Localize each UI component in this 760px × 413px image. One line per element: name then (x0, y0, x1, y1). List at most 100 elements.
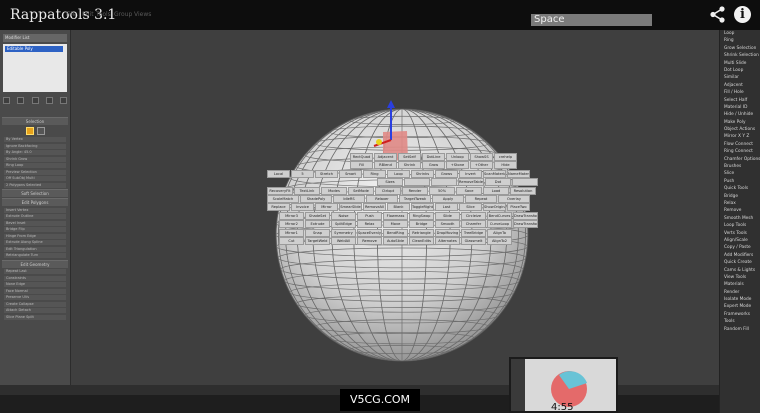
panel-item[interactable]: Quick Tools (720, 185, 760, 192)
quad-menu-item[interactable]: Mirror2 (279, 220, 304, 229)
panel-item[interactable]: Material ID (720, 104, 760, 111)
quad-menu-item[interactable] (404, 178, 430, 187)
quad-menu-item[interactable]: RecoveryFlt (267, 186, 293, 195)
option-row[interactable]: Edit Triangulation (4, 246, 66, 252)
quad-menu-item[interactable]: ScanMaterial (483, 169, 506, 178)
quad-menu-item[interactable]: SplitEdge (331, 220, 356, 229)
quad-menu-item[interactable]: ShowOriginal (483, 203, 506, 212)
quad-menu-item[interactable]: Push (357, 211, 382, 220)
quad-menu-item[interactable]: Repeat (465, 195, 497, 203)
quad-menu-item[interactable]: Flowmass (383, 211, 408, 220)
option-row[interactable]: Hinge From Edge (4, 233, 66, 239)
quad-menu-item[interactable]: 50% (429, 186, 455, 195)
quad-menu-item[interactable]: PlaceTwo (507, 203, 530, 212)
quad-menu-item[interactable]: SetMode (348, 186, 374, 195)
quad-menu-item[interactable]: Slide (435, 211, 460, 220)
option-row[interactable]: Off SubObj Multi (4, 176, 66, 181)
quad-menu-item[interactable]: Symmetry (331, 228, 356, 237)
quad-menu-item[interactable]: Noise (331, 211, 356, 220)
quad-menu-item[interactable]: Render (402, 186, 428, 195)
quad-menu-item[interactable]: Ctrlopt (375, 186, 401, 195)
panel-item[interactable]: Chamfer Options (720, 156, 760, 163)
option-row[interactable]: Extrude Outline (4, 214, 66, 219)
quad-menu-item[interactable]: Dot (485, 178, 511, 187)
quad-menu-item[interactable]: Modes (321, 186, 347, 195)
configure-icon[interactable] (60, 97, 67, 104)
quad-menu-item[interactable]: Blank (387, 203, 410, 212)
quad-menu-item[interactable]: Grows (435, 169, 458, 178)
panel-item[interactable]: Flow Connect (720, 141, 760, 148)
quad-menu-item[interactable]: Adjacent (374, 153, 397, 161)
panel-item[interactable]: Ring (720, 37, 760, 44)
panel-item[interactable]: Expert Mode (720, 303, 760, 310)
quad-menu-item[interactable]: ShadeSet (305, 211, 330, 220)
quad-menu-item[interactable]: +Stone (446, 161, 469, 170)
panel-item[interactable]: Make Poly (720, 119, 760, 126)
quad-menu-item[interactable]: IdleRS (333, 195, 365, 203)
option-row[interactable]: Ring Loop (4, 163, 66, 168)
quad-menu-item[interactable]: Loop (387, 169, 410, 178)
quad-menu-item[interactable]: crehelp (494, 153, 517, 161)
show-end-icon[interactable] (17, 97, 25, 104)
rollout-selection[interactable]: Selection (2, 117, 68, 125)
panel-item[interactable]: Object Actions (720, 126, 760, 133)
option-row[interactable]: Slice Plane Split (4, 314, 66, 320)
quad-menu-item[interactable]: Overlay (498, 195, 530, 203)
rollout-edit-geometry[interactable]: Edit Geometry (2, 259, 68, 268)
option-row[interactable]: Create Collapse (4, 301, 66, 307)
panel-item[interactable]: Adjacent (720, 82, 760, 89)
quad-menu-item[interactable]: Load (483, 186, 509, 195)
menu-views[interactable]: Views (134, 11, 151, 18)
quad-menu-item[interactable]: Remove (357, 237, 382, 245)
panel-item[interactable]: Smooth Mesh (720, 215, 760, 222)
quad-menu-item[interactable]: Save (456, 186, 482, 195)
info-icon[interactable]: i (734, 6, 751, 23)
panel-item[interactable]: Materials (720, 281, 760, 288)
panel-item[interactable]: Random Fill (720, 326, 760, 333)
quad-menu-item[interactable]: Mirror1 (279, 228, 304, 237)
quad-menu-item[interactable]: DropMoving (435, 228, 460, 237)
quad-menu-item[interactable]: Shrinks (411, 169, 434, 178)
quad-menu-item[interactable]: TextLink (294, 186, 320, 195)
quad-menu-item[interactable]: SetSelf (398, 153, 421, 161)
option-row[interactable]: Face Normal (4, 288, 66, 294)
quad-menu-item[interactable]: Mirror3 (279, 211, 304, 220)
quad-menu-item[interactable]: ToggleRight (411, 203, 434, 212)
quad-menu-item[interactable]: TreeBridge (461, 228, 486, 237)
quad-menu-item[interactable]: Invert (459, 169, 482, 178)
quad-menu-item[interactable]: Retriangle (409, 228, 434, 237)
panel-item[interactable]: Shrink Selection (720, 52, 760, 59)
panel-item[interactable]: Similar (720, 74, 760, 81)
option-row[interactable]: Preserve UVs (4, 295, 66, 300)
quad-menu-item[interactable]: Slice (459, 203, 482, 212)
option-row[interactable]: Extrude Along Spline (4, 240, 66, 245)
quad-menu-item[interactable]: Shrink (398, 161, 421, 170)
quad-menu-item[interactable]: AutoSlide (383, 237, 408, 245)
option-row[interactable]: Retriangulate Turn (4, 253, 66, 258)
panel-item[interactable]: Remove (720, 207, 760, 214)
remove-modifier-icon[interactable] (45, 97, 53, 104)
quad-menu-item[interactable]: Chamfer (461, 220, 486, 229)
option-row[interactable]: Shrink Grow (4, 156, 66, 162)
panel-item[interactable]: Select Half (720, 97, 760, 104)
quad-menu-item[interactable]: 5 (291, 169, 314, 178)
quad-menu-item[interactable]: Sizes (377, 178, 403, 187)
quad-menu-item[interactable]: Relaxer (366, 195, 398, 203)
quad-menu-item[interactable]: TargetWeld (305, 237, 330, 245)
menu-edit[interactable]: Edit (82, 11, 94, 18)
quad-menu-item[interactable]: Snap (305, 228, 330, 237)
quad-menu-item[interactable]: Cut (279, 237, 304, 245)
polygon-mode-icon[interactable] (25, 127, 34, 135)
quad-menu-item[interactable]: Fill (350, 161, 373, 170)
modifier-stack[interactable]: Editable Poly (3, 44, 67, 92)
quad-menu-item[interactable]: Glassmelt (461, 237, 486, 245)
quad-menu-item[interactable]: +Other (470, 161, 493, 170)
panel-item[interactable]: Relax (720, 200, 760, 207)
panel-item[interactable]: Hide / Unhide (720, 111, 760, 118)
quad-menu-item[interactable]: ShadePoly (300, 195, 332, 203)
quad-menu-item[interactable]: RemoveTable (458, 178, 484, 187)
quad-menu-item[interactable]: Relax (357, 220, 382, 229)
quad-menu-item[interactable]: NameMaterial (507, 169, 530, 178)
quad-menu-item[interactable]: Invoice (291, 203, 314, 212)
panel-item[interactable]: Loop Tools (720, 222, 760, 229)
